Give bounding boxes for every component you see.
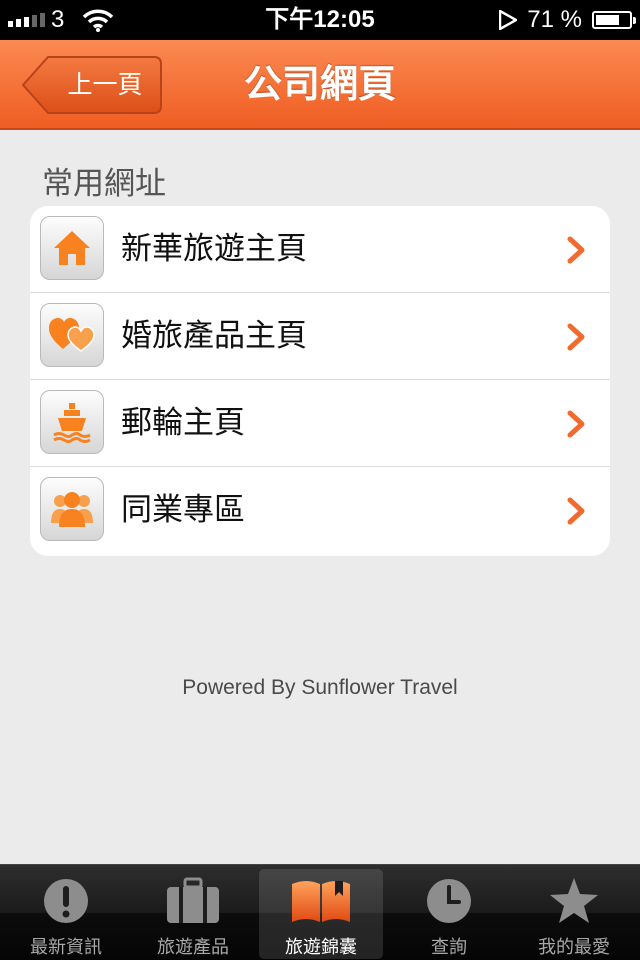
page-title: 公司網頁 bbox=[243, 62, 396, 106]
tab-label: 旅遊錦囊 bbox=[285, 937, 357, 958]
star-icon bbox=[550, 878, 598, 923]
navigation-bar: 上一頁 公司網頁 bbox=[0, 40, 640, 130]
status-right: 71 % bbox=[499, 0, 636, 40]
status-bar: 3 下午12:05 71 % bbox=[0, 0, 640, 40]
list-item-trade-zone[interactable]: 同業專區 bbox=[30, 467, 610, 555]
clock-icon bbox=[427, 879, 471, 923]
list-item-label: 郵輪主頁 bbox=[121, 405, 245, 441]
tab-label: 旅遊產品 bbox=[157, 937, 229, 958]
list-item-label: 新華旅遊主頁 bbox=[121, 231, 307, 267]
chevron-right-icon bbox=[567, 410, 585, 438]
play-icon bbox=[499, 10, 518, 30]
exclamation-icon bbox=[44, 879, 88, 923]
tab-latest-news[interactable]: 最新資訊 bbox=[4, 869, 128, 959]
tab-label: 查詢 bbox=[431, 937, 467, 958]
people-icon bbox=[40, 477, 104, 541]
tab-label: 最新資訊 bbox=[30, 937, 102, 958]
chevron-right-icon bbox=[567, 497, 585, 525]
list-item-cruise-home[interactable]: 郵輪主頁 bbox=[30, 380, 610, 467]
cruise-ship-icon bbox=[40, 390, 104, 454]
tab-travel-tips[interactable]: 旅遊錦囊 bbox=[259, 869, 383, 959]
battery-percent: 71 % bbox=[527, 6, 582, 33]
chevron-right-icon bbox=[567, 323, 585, 351]
tab-search[interactable]: 查詢 bbox=[387, 869, 511, 959]
powered-by-text: Powered By Sunflower Travel bbox=[182, 676, 458, 699]
tab-bar: 最新資訊 旅遊產品 旅遊錦囊 查詢 我的最愛 bbox=[0, 864, 640, 960]
tab-favorites[interactable]: 我的最愛 bbox=[512, 869, 636, 959]
list-item-label: 婚旅產品主頁 bbox=[121, 318, 307, 354]
hearts-icon bbox=[40, 303, 104, 367]
link-list: 新華旅遊主頁 婚旅產品主頁 郵輪主頁 同業專區 bbox=[30, 206, 610, 556]
tab-label: 我的最愛 bbox=[538, 937, 610, 958]
battery-icon bbox=[592, 11, 636, 29]
tab-travel-products[interactable]: 旅遊產品 bbox=[131, 869, 255, 959]
home-icon bbox=[40, 216, 104, 280]
list-item-xinhua-home[interactable]: 新華旅遊主頁 bbox=[30, 206, 610, 293]
section-title: 常用網址 bbox=[42, 166, 166, 202]
chevron-right-icon bbox=[567, 236, 585, 264]
book-icon bbox=[292, 881, 350, 922]
suitcase-icon bbox=[167, 877, 219, 923]
list-item-label: 同業專區 bbox=[121, 492, 245, 528]
list-item-honeymoon-home[interactable]: 婚旅產品主頁 bbox=[30, 293, 610, 380]
